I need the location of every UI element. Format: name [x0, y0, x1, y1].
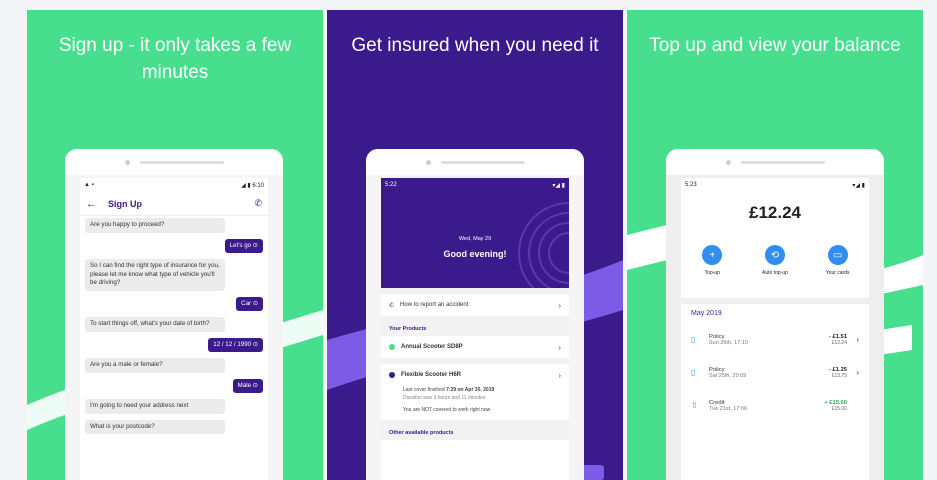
- refresh-icon: ⟲: [764, 245, 785, 265]
- running-balance: £12.24: [831, 339, 847, 346]
- chevron-right-icon: ›: [558, 370, 561, 380]
- headline: Sign up - it only takes a few minutes: [58, 35, 292, 83]
- transaction-date: Sun 26th, 17:10: [709, 339, 748, 346]
- camera-dot: [125, 160, 130, 165]
- insurance-panel: Get insured when you need it 5:22 ▾◢ ▮ W…: [327, 10, 623, 480]
- camera-dot: [726, 160, 731, 165]
- user-reply-bubble: Let's go ⊙: [224, 238, 263, 253]
- bot-message-bubble: To start things off, what's your date of…: [85, 317, 225, 332]
- bot-message-bubble: What is your postcode?: [85, 419, 225, 434]
- action-label: Your cards: [825, 270, 850, 276]
- report-accident-label: How to report an accident: [400, 302, 469, 308]
- status-bar: 5:22 ▾◢ ▮: [381, 178, 569, 192]
- fingerprint-decoration: [518, 202, 569, 288]
- product-flexible-card[interactable]: Flexible Scooter H6R › Last cover finish…: [381, 364, 569, 420]
- status-time: 5:22: [385, 182, 397, 188]
- signup-panel: Sign up - it only takes a few minutes ▲ …: [27, 10, 323, 480]
- app-bar: ← Sign Up ✆: [80, 192, 268, 216]
- chevron-right-icon: ›: [558, 342, 561, 352]
- speaker-grille: [441, 161, 525, 164]
- balance-amount: £12.24: [749, 203, 801, 222]
- signal-icon: ▾◢ ▮: [552, 182, 565, 189]
- auto-top-up-button[interactable]: ⟲ Auto top-up: [750, 245, 800, 276]
- duration-text: Duration was 3 hours and 11 minutes: [403, 395, 486, 401]
- user-reply-bubble: Male ⊙: [232, 378, 263, 393]
- credit-arrow-icon: ⇧: [691, 401, 698, 410]
- home-body: ✆ How to report an accident › Your Produ…: [381, 288, 569, 440]
- status-bar: ▲ ▪ ◢ ▮ 6:10: [80, 178, 268, 192]
- current-date: Wed, May 29: [458, 236, 492, 242]
- app-bar-title: Sign Up: [108, 198, 142, 209]
- signal-icon: ◢ ▮: [241, 182, 253, 189]
- plus-icon: +: [702, 245, 723, 265]
- product-name: Annual Scooter SD8P: [401, 344, 463, 350]
- product-name: Flexible Scooter H6R: [401, 372, 462, 378]
- not-covered-text: You are NOT covered to work right now: [403, 407, 491, 413]
- chat-thread: Are you happy to proceed? Let's go ⊙ So I …: [80, 216, 268, 442]
- speaker-grille: [140, 161, 224, 164]
- phone-mockup: ▲ ▪ ◢ ▮ 6:10 ← Sign Up ✆ Are you happy t…: [65, 149, 283, 480]
- running-balance: £13.75: [831, 372, 847, 379]
- status-time: 5:23: [685, 182, 697, 188]
- phone-mockup: 5:22 ▾◢ ▮ Wed, May 29 Good evening! ✆ Ho…: [366, 149, 584, 480]
- bot-message-bubble: Are you happy to proceed?: [85, 218, 225, 233]
- transactions-list: ▯ Policy Sun 26th, 17:10- £1.51 £12.24 › ▯ Pol…: [691, 323, 859, 422]
- home-screen: 5:22 ▾◢ ▮ Wed, May 29 Good evening! ✆ Ho…: [381, 178, 569, 480]
- balance-card: 5:23 ▾◢ ▮ £12.24 + Top-up ⟲ Auto top-up ▭ You…: [681, 178, 869, 298]
- transaction-row[interactable]: ▯ Policy Sun 26th, 17:10- £1.51 £12.24 ›: [691, 323, 859, 356]
- card-icon: ▭: [827, 245, 848, 265]
- greeting-text: Good evening!: [443, 249, 507, 259]
- status-time: 6:10: [252, 182, 264, 189]
- transactions-month: May 2019: [691, 310, 722, 317]
- greeting-header: 5:22 ▾◢ ▮ Wed, May 29 Good evening!: [381, 178, 569, 288]
- user-reply-bubble: 12 / 12 / 1990 ⊙: [208, 337, 263, 352]
- your-cards-button[interactable]: ▭ Your cards: [813, 245, 863, 276]
- product-annual-card[interactable]: Annual Scooter SD8P ›: [381, 336, 569, 358]
- report-accident-card[interactable]: ✆ How to report an accident ›: [381, 294, 569, 316]
- document-icon: ▯: [691, 368, 696, 377]
- running-balance: £15.00: [831, 405, 847, 412]
- transactions-card: May 2019 ▯ Policy Sun 26th, 17:10- £1.51 £1…: [681, 304, 869, 480]
- status-bar: 5:23 ▾◢ ▮: [681, 178, 869, 192]
- products-section-label: Your Products: [389, 326, 427, 332]
- bot-message-bubble: So I can find the right type of insuranc…: [85, 259, 225, 291]
- transaction-date: Tue 21st, 17:06: [709, 405, 748, 412]
- last-cover-text: Last cover finished 7:39 on Apr 30, 2019: [403, 387, 495, 393]
- headline: Top up and view your balance: [649, 35, 901, 56]
- balance-screen: 5:23 ▾◢ ▮ £12.24 + Top-up ⟲ Auto top-up ▭ You…: [681, 178, 869, 480]
- speaker-grille: [741, 161, 825, 164]
- balance-actions: + Top-up ⟲ Auto top-up ▭ Your cards: [681, 245, 869, 276]
- phone-mockup: 5:23 ▾◢ ▮ £12.24 + Top-up ⟲ Auto top-up ▭ You…: [666, 149, 884, 480]
- bot-message-bubble: I'm going to need your address next: [85, 399, 225, 414]
- balance-panel: Top up and view your balance 5:23 ▾◢ ▮ £…: [627, 10, 923, 480]
- chevron-right-icon: ›: [856, 368, 859, 377]
- signal-icon: ▾◢ ▮: [852, 182, 865, 189]
- signup-screen: ▲ ▪ ◢ ▮ 6:10 ← Sign Up ✆ Are you happy t…: [80, 178, 268, 480]
- chevron-right-icon: ›: [856, 335, 859, 344]
- camera-dot: [426, 160, 431, 165]
- document-icon: ▯: [691, 335, 696, 344]
- transaction-row[interactable]: ▯ Policy Sat 25th, 20:09- £1.25 £13.75 ›: [691, 356, 859, 389]
- user-reply-bubble: Car ⊙: [236, 296, 263, 311]
- transaction-row: ⇧ Credit Tue 21st, 17:06 + £15.00 £15.00: [691, 389, 859, 422]
- back-arrow-icon[interactable]: ←: [86, 198, 102, 210]
- action-label: Top-up: [704, 270, 720, 276]
- chevron-right-icon: ›: [558, 300, 561, 310]
- headline: Get insured when you need it: [351, 35, 599, 56]
- notification-icons: ▲ ▪: [84, 182, 94, 188]
- transaction-date: Sat 25th, 20:09: [709, 372, 747, 379]
- action-label: Auto top-up: [762, 270, 788, 276]
- phone-icon[interactable]: ✆: [254, 198, 262, 209]
- top-up-button[interactable]: + Top-up: [687, 245, 737, 276]
- other-products-label: Other available products: [389, 430, 454, 436]
- bot-message-bubble: Are you a male or female?: [85, 358, 225, 373]
